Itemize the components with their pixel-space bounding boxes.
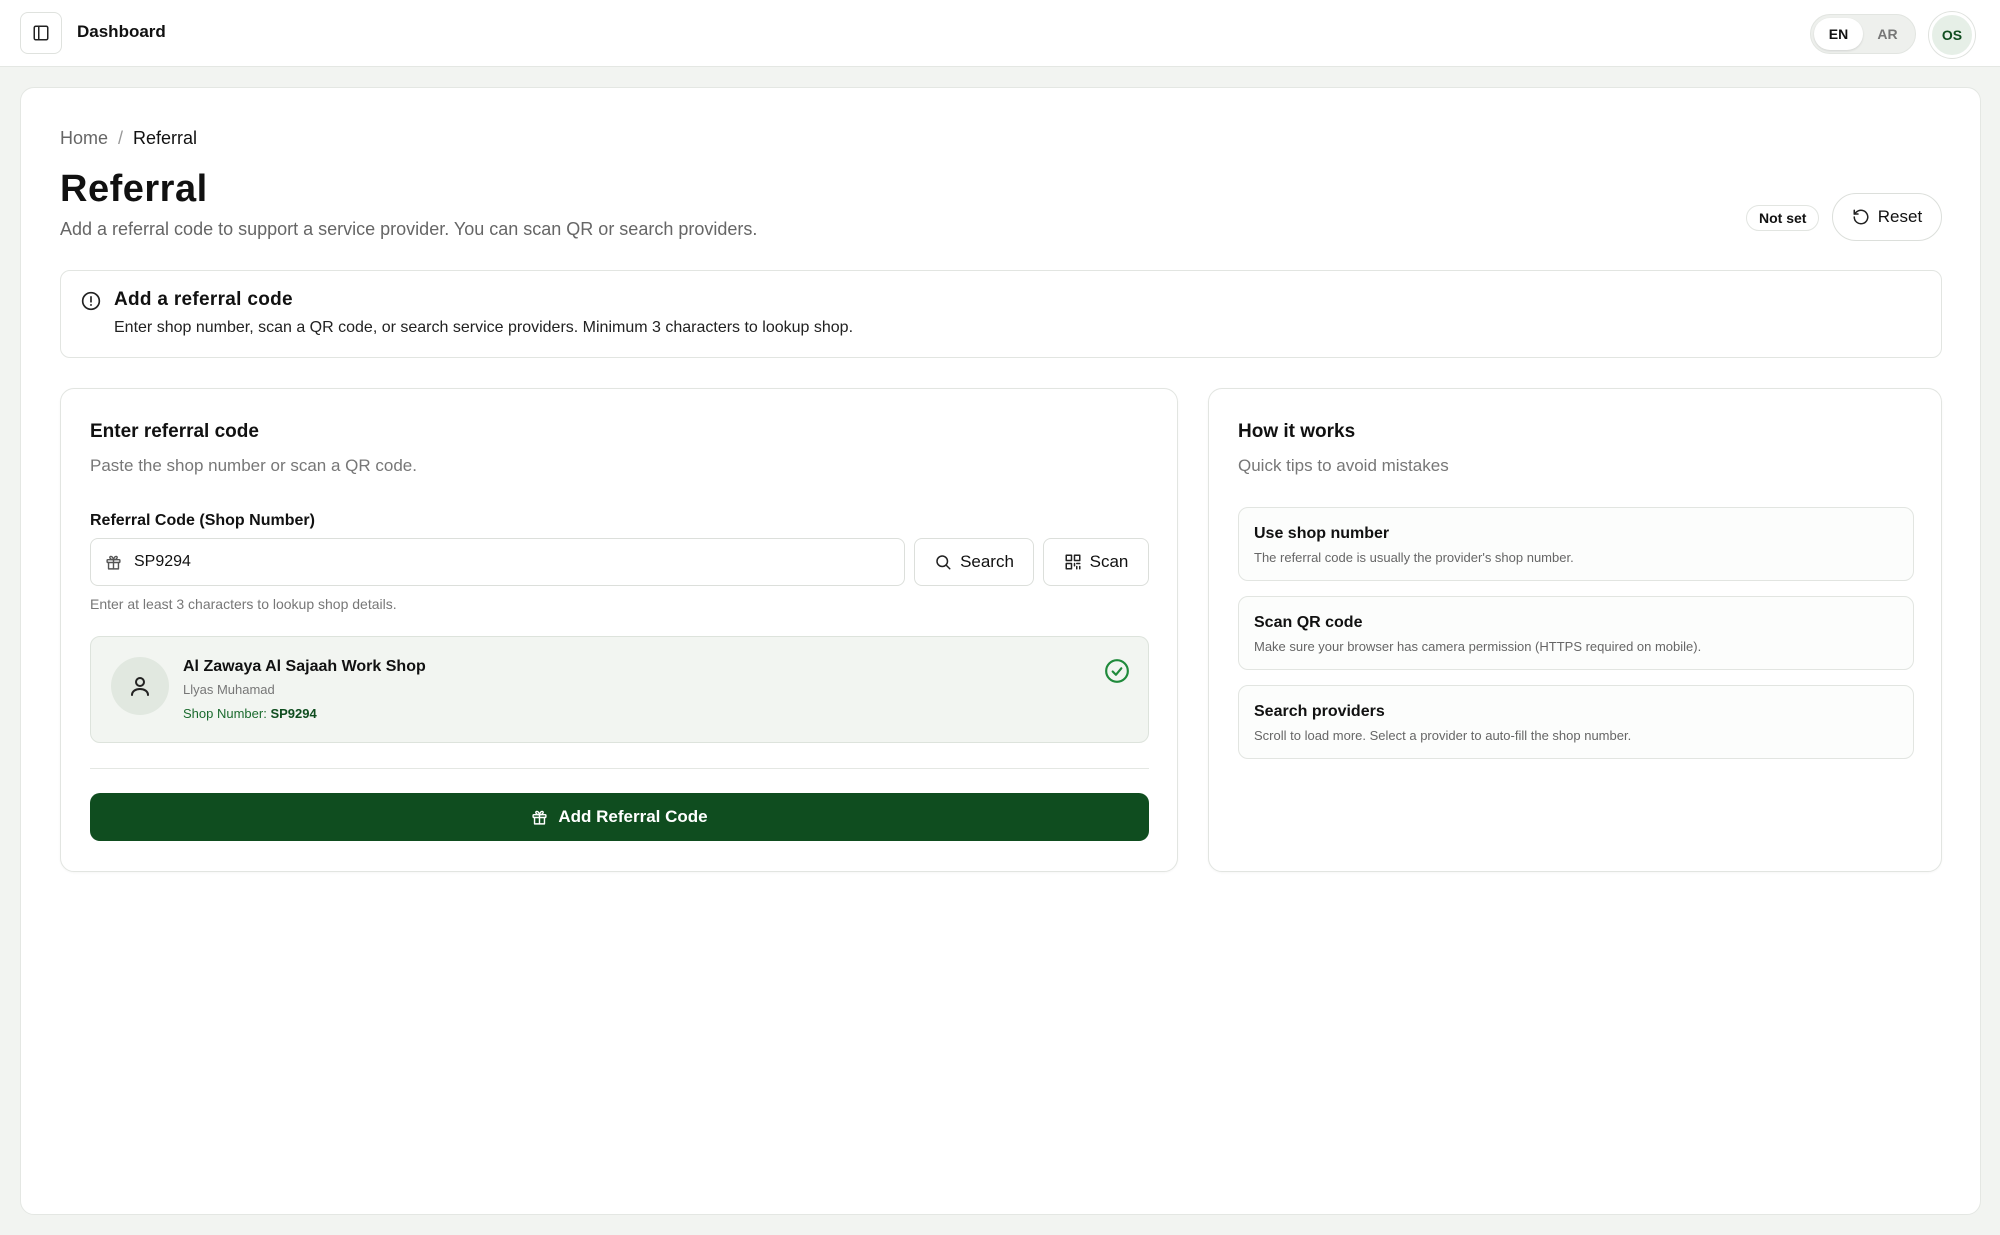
user-avatar[interactable]: OS — [1929, 12, 1975, 58]
scan-label: Scan — [1089, 552, 1129, 571]
provider-avatar — [111, 657, 169, 715]
language-en-button[interactable]: EN — [1814, 18, 1863, 50]
sidebar-icon — [33, 25, 49, 41]
breadcrumb: Home / Referral — [60, 128, 197, 149]
tip-item: Scan QR code Make sure your browser has … — [1238, 596, 1914, 670]
user-icon — [131, 677, 149, 696]
tip-title: Scan QR code — [1254, 614, 1363, 631]
reset-label: Reset — [1877, 207, 1923, 226]
tip-item: Use shop number The referral code is usu… — [1238, 507, 1914, 581]
how-it-works-title: How it works — [1238, 421, 1356, 442]
top-bar: Dashboard EN AR OS — [0, 0, 2000, 67]
referral-form-title: Enter referral code — [90, 421, 259, 442]
reset-icon — [1853, 209, 1869, 225]
scan-button[interactable]: Scan — [1043, 538, 1149, 586]
tip-title: Search providers — [1254, 703, 1385, 720]
tip-item: Search providers Scroll to load more. Se… — [1238, 685, 1914, 759]
language-ar-button[interactable]: AR — [1863, 18, 1912, 50]
tip-text: Make sure your browser has camera permis… — [1254, 639, 1702, 654]
breadcrumb-current: Referral — [133, 128, 198, 148]
referral-code-input[interactable] — [134, 553, 874, 571]
page-subtitle: Add a referral code to support a service… — [60, 219, 758, 239]
reset-button[interactable]: Reset — [1832, 193, 1942, 241]
page-title: Referral — [60, 168, 208, 210]
how-it-works-subtitle: Quick tips to avoid mistakes — [1238, 456, 1449, 475]
referral-code-field[interactable] — [90, 538, 905, 586]
tip-title: Use shop number — [1254, 525, 1390, 542]
tip-text: The referral code is usually the provide… — [1254, 550, 1574, 565]
provider-shop-number: Shop Number: SP9294 — [183, 706, 317, 721]
sidebar-toggle-button[interactable] — [20, 12, 62, 54]
referral-form-subtitle: Paste the shop number or scan a QR code. — [90, 456, 417, 475]
language-switch: EN AR — [1810, 14, 1916, 54]
alert-title: Add a referral code — [114, 289, 293, 310]
check-circle-icon — [1105, 659, 1129, 683]
gift-icon — [532, 810, 547, 825]
qr-code-icon — [1065, 554, 1081, 570]
provider-name: Al Zawaya Al Sajaah Work Shop — [183, 658, 426, 675]
app-title: Dashboard — [77, 22, 166, 41]
shop-number-label: Shop Number: — [183, 706, 267, 721]
alert-text: Enter shop number, scan a QR code, or se… — [114, 319, 854, 336]
shop-number-value: SP9294 — [270, 706, 317, 721]
search-label: Search — [960, 552, 1014, 571]
add-referral-code-label: Add Referral Code — [558, 807, 708, 826]
referral-form-card: Enter referral code Paste the shop numbe… — [60, 388, 1178, 872]
info-alert: Add a referral code Enter shop number, s… — [60, 270, 1942, 358]
referral-code-label: Referral Code (Shop Number) — [90, 512, 315, 529]
add-referral-code-button[interactable]: Add Referral Code — [90, 793, 1149, 841]
field-hint: Enter at least 3 characters to lookup sh… — [90, 596, 397, 612]
divider — [90, 768, 1149, 769]
info-icon — [81, 291, 101, 311]
provider-owner: Llyas Muhamad — [183, 682, 275, 697]
search-button[interactable]: Search — [914, 538, 1034, 586]
selected-provider-card: Al Zawaya Al Sajaah Work Shop Llyas Muha… — [90, 636, 1149, 743]
status-badge: Not set — [1746, 205, 1820, 231]
gift-icon — [106, 555, 121, 570]
search-icon — [936, 555, 951, 570]
main-content: Home / Referral Referral Add a referral … — [20, 87, 1981, 1215]
breadcrumb-home-link[interactable]: Home — [60, 128, 108, 149]
tip-text: Scroll to load more. Select a provider t… — [1254, 728, 1632, 743]
breadcrumb-separator: / — [118, 128, 124, 148]
how-it-works-card: How it works Quick tips to avoid mistake… — [1208, 388, 1942, 872]
